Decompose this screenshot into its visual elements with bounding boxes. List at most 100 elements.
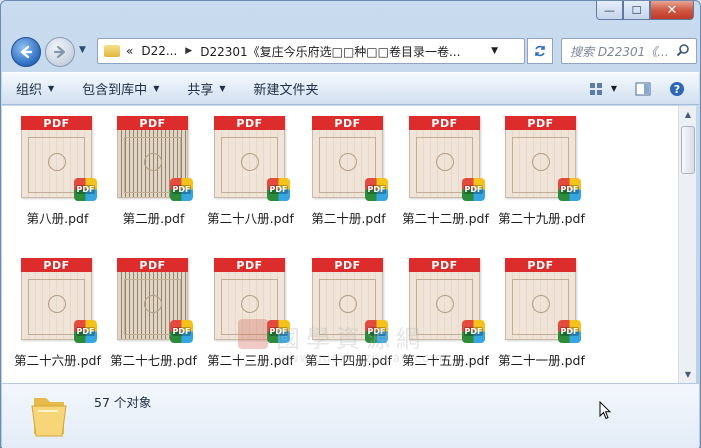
recent-pages-dropdown[interactable]: ▼ [79, 45, 86, 55]
pdf-app-icon: PDF [558, 320, 581, 343]
chevron-down-icon: ▼ [153, 84, 160, 93]
seal-mark [339, 153, 357, 171]
pdf-banner: PDF [214, 258, 285, 272]
refresh-icon [535, 45, 545, 57]
refresh-button[interactable] [527, 38, 553, 64]
explorer-window: — ☐ ✕ ▼ « D22... ▶ D22301《复庄今乐府选□□种□□卷目录… [0, 0, 701, 448]
include-in-library-label: 包含到库中 [82, 83, 148, 98]
minimize-icon: — [604, 3, 615, 17]
chevron-down-icon: ▼ [48, 84, 55, 93]
include-in-library-menu[interactable]: 包含到库中 ▼ [68, 73, 173, 104]
preview-pane-button[interactable] [635, 81, 651, 97]
watermark-title: 國學資源網 [276, 325, 426, 353]
pdf-banner: PDF [21, 116, 92, 130]
pdf-app-icon: PDF [170, 178, 193, 201]
breadcrumb-separator-icon[interactable]: ▶ [185, 46, 192, 56]
pdf-banner: PDF [117, 258, 188, 272]
pdf-banner: PDF [214, 116, 285, 130]
file-list-view[interactable]: PDF PDF 第八册.pdf PDF PDF 第二册.pdf PDF PDF 第二十八册.pd… [2, 106, 678, 383]
pdf-badge-label: PDF [268, 185, 289, 194]
pdf-app-icon: PDF [74, 178, 97, 201]
pdf-badge-label: PDF [75, 327, 96, 336]
pdf-badge-label: PDF [366, 185, 387, 194]
scroll-down-button[interactable]: ▼ [679, 366, 697, 383]
pdf-badge-label: PDF [171, 327, 192, 336]
file-item[interactable]: PDF PDF 第二十册.pdf [300, 108, 397, 238]
file-item[interactable]: PDF PDF 第二十一册.pdf [493, 250, 590, 380]
file-name: 第二十六册.pdf [14, 353, 101, 368]
vertical-scrollbar[interactable]: ▲ ▼ [678, 106, 696, 383]
pdf-banner: PDF [312, 258, 383, 272]
search-icon[interactable] [676, 43, 690, 57]
breadcrumb-item-current[interactable]: D22301《复庄今乐府选□□种□□卷目录一卷... [200, 43, 460, 60]
maximize-button[interactable]: ☐ [623, 1, 650, 20]
forward-button[interactable] [45, 37, 75, 67]
pdf-banner: PDF [505, 116, 576, 130]
pdf-badge-label: PDF [463, 185, 484, 194]
address-dropdown-icon[interactable]: ▼ [491, 46, 498, 56]
pdf-banner: PDF [409, 258, 480, 272]
pdf-banner: PDF [21, 258, 92, 272]
pdf-badge-label: PDF [75, 185, 96, 194]
file-name: 第二十七册.pdf [110, 353, 197, 368]
seal-mark [144, 153, 162, 171]
file-item[interactable]: PDF PDF 第二十八册.pdf [202, 108, 299, 238]
close-button[interactable]: ✕ [650, 1, 694, 20]
scroll-thumb[interactable] [681, 126, 695, 174]
new-folder-label: 新建文件夹 [253, 83, 319, 98]
file-name: 第二十九册.pdf [498, 211, 585, 226]
breadcrumb-item-parent[interactable]: D22... [141, 44, 177, 58]
help-button[interactable]: ? [669, 81, 685, 97]
search-placeholder: 搜索 D22301《... [570, 44, 669, 59]
file-name: 第二册.pdf [122, 211, 185, 226]
seal-mark [241, 153, 259, 171]
seal-mark [436, 295, 454, 313]
pdf-banner: PDF [312, 116, 383, 130]
view-options-dropdown[interactable]: ▼ [611, 84, 617, 93]
change-view-button[interactable] [589, 81, 605, 97]
pdf-banner: PDF [409, 116, 480, 130]
breadcrumb-overflow[interactable]: « [126, 44, 133, 58]
svg-text:?: ? [674, 83, 680, 96]
folder-icon [104, 45, 120, 57]
arrow-right-icon [53, 45, 66, 59]
file-name: 第二十二册.pdf [402, 211, 489, 226]
file-item[interactable]: PDF PDF 第二十六册.pdf [9, 250, 106, 380]
view-controls: ▼ ? [589, 73, 685, 104]
caption-buttons: — ☐ ✕ [596, 1, 694, 20]
share-label: 共享 [187, 83, 214, 98]
address-bar[interactable]: « D22... ▶ D22301《复庄今乐府选□□种□□卷目录一卷... ▼ [97, 38, 525, 64]
chevron-down-icon: ▼ [219, 84, 226, 93]
navigation-bar: ▼ « D22... ▶ D22301《复庄今乐府选□□种□□卷目录一卷... … [9, 35, 697, 67]
new-folder-button[interactable]: 新建文件夹 [240, 73, 333, 104]
command-bar: 组织 ▼ 包含到库中 ▼ 共享 ▼ 新建文件夹 ▼ ? [2, 72, 699, 105]
scroll-up-button[interactable]: ▲ [679, 106, 697, 123]
file-name: 第二十八册.pdf [207, 211, 294, 226]
seal-mark [532, 295, 550, 313]
file-item[interactable]: PDF PDF 第二册.pdf [105, 108, 202, 238]
organize-menu[interactable]: 组织 ▼ [2, 73, 68, 104]
file-item[interactable]: PDF PDF 第二十七册.pdf [105, 250, 202, 380]
pdf-app-icon: PDF [267, 178, 290, 201]
view-grid-icon [589, 82, 602, 95]
pdf-app-icon: PDF [170, 320, 193, 343]
file-item[interactable]: PDF PDF 第二十九册.pdf [493, 108, 590, 238]
seal-mark [48, 295, 66, 313]
seal-mark [241, 295, 259, 313]
watermark: 國學資源網 www.guoxueziyuan.com [238, 319, 498, 367]
organize-label: 组织 [16, 83, 43, 98]
pdf-badge-label: PDF [559, 185, 580, 194]
file-name: 第二十一册.pdf [498, 353, 585, 368]
minimize-button[interactable]: — [596, 1, 623, 20]
share-menu[interactable]: 共享 ▼ [173, 73, 239, 104]
arrow-left-icon [20, 45, 33, 59]
search-input[interactable]: 搜索 D22301《... [561, 38, 697, 64]
file-item[interactable]: PDF PDF 第八册.pdf [9, 108, 106, 238]
pdf-app-icon: PDF [365, 178, 388, 201]
help-icon: ? [670, 81, 684, 96]
file-item[interactable]: PDF PDF 第二十二册.pdf [397, 108, 494, 238]
item-count: 57 个对象 [94, 395, 152, 410]
pdf-badge-label: PDF [171, 185, 192, 194]
seal-mark [532, 153, 550, 171]
back-button[interactable] [11, 37, 41, 67]
